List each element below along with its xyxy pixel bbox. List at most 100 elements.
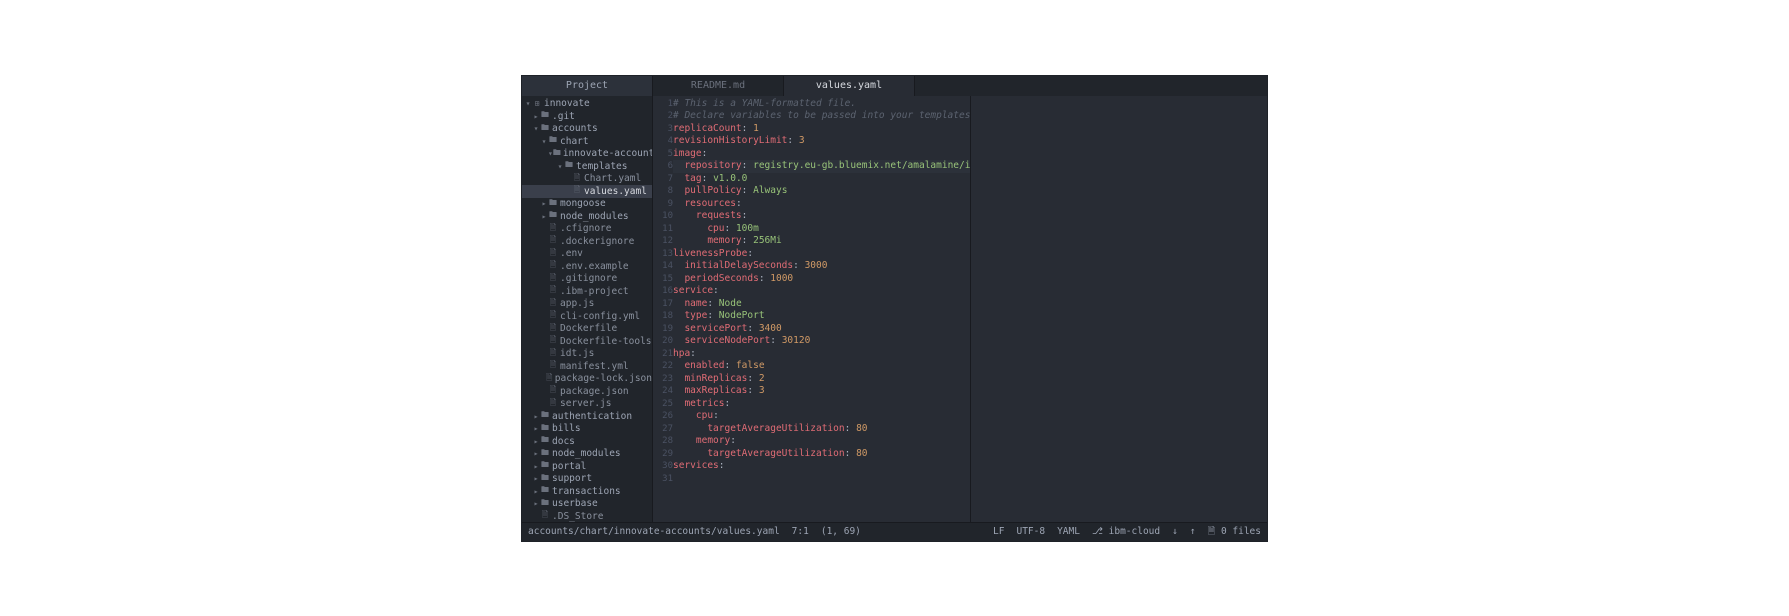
status-selection[interactable]: (1, 69): [821, 526, 861, 537]
chevron-icon: ▾: [524, 99, 532, 108]
tree-file-dockerfile[interactable]: 🗎Dockerfile: [522, 323, 652, 336]
tree-file-package-lock-json[interactable]: 🗎package-lock.json: [522, 373, 652, 386]
code-line[interactable]: maxReplicas: 3: [673, 385, 970, 398]
tree-folder-userbase[interactable]: ▸🖿userbase: [522, 498, 652, 511]
code-line[interactable]: requests:: [673, 210, 970, 223]
app-body: ▾⊞innovate▸🖿.git▾🖿accounts▾🖿chart▾🖿innov…: [522, 96, 1267, 522]
status-files[interactable]: 🗎 0 files: [1208, 524, 1261, 540]
tree-folder-node_modules[interactable]: ▸🖿node_modules: [522, 210, 652, 223]
code-line[interactable]: servicePort: 3400: [673, 323, 970, 336]
tree-file-idt-js[interactable]: 🗎idt.js: [522, 348, 652, 361]
file-icon: 🗎: [540, 509, 550, 521]
line-number: 13: [653, 248, 673, 261]
tree-folder-docs[interactable]: ▸🖿docs: [522, 435, 652, 448]
tree-label: transactions: [552, 486, 621, 497]
tree-file--ibm-project[interactable]: 🗎.ibm-project: [522, 285, 652, 298]
tree-file-values-yaml[interactable]: 🗎values.yaml: [522, 185, 652, 198]
tree-file--ds_store[interactable]: 🗎.DS_Store: [522, 510, 652, 522]
tree-file--env[interactable]: 🗎.env: [522, 248, 652, 261]
code-line[interactable]: serviceNodePort: 30120: [673, 335, 970, 348]
tree-file-dockerfile-tools[interactable]: 🗎Dockerfile-tools: [522, 335, 652, 348]
code-line[interactable]: type: NodePort: [673, 310, 970, 323]
code-area[interactable]: # This is a YAML-formatted file.# Declar…: [673, 96, 970, 522]
tree-folder-node_modules[interactable]: ▸🖿node_modules: [522, 448, 652, 461]
tree-file-server-js[interactable]: 🗎server.js: [522, 398, 652, 411]
editor-app: ProjectREADME.mdvalues.yaml ▾⊞innovate▸🖿…: [522, 76, 1267, 541]
code-line[interactable]: tag: v1.0.0: [673, 173, 970, 186]
tree-folder-bills[interactable]: ▸🖿bills: [522, 423, 652, 436]
line-number: 7: [653, 173, 673, 186]
files-icon: 🗎: [1208, 526, 1221, 537]
code-line[interactable]: targetAverageUtilization: 80: [673, 448, 970, 461]
file-tree[interactable]: ▾⊞innovate▸🖿.git▾🖿accounts▾🖿chart▾🖿innov…: [522, 96, 653, 522]
code-line[interactable]: repository: registry.eu-gb.bluemix.net/a…: [673, 160, 970, 173]
tree-folder-templates[interactable]: ▾🖿templates: [522, 160, 652, 173]
code-line[interactable]: initialDelaySeconds: 3000: [673, 260, 970, 273]
status-language[interactable]: YAML: [1057, 526, 1080, 537]
status-path[interactable]: accounts/chart/innovate-accounts/values.…: [528, 526, 780, 537]
tree-file-chart-yaml[interactable]: 🗎Chart.yaml: [522, 173, 652, 186]
code-line[interactable]: service:: [673, 285, 970, 298]
code-line[interactable]: hpa:: [673, 348, 970, 361]
tab-readme-md[interactable]: README.md: [653, 76, 784, 96]
tree-folder-accounts[interactable]: ▾🖿accounts: [522, 123, 652, 136]
tab-project[interactable]: Project: [522, 76, 653, 96]
tree-folder-innovate-accounts[interactable]: ▾🖿innovate-accounts: [522, 148, 652, 161]
tree-file--env-example[interactable]: 🗎.env.example: [522, 260, 652, 273]
code-line[interactable]: name: Node: [673, 298, 970, 311]
code-line[interactable]: services:: [673, 460, 970, 473]
status-eol[interactable]: LF: [993, 526, 1004, 537]
status-encoding[interactable]: UTF-8: [1016, 526, 1045, 537]
line-number: 27: [653, 423, 673, 436]
tree-file-cli-config-yml[interactable]: 🗎cli-config.yml: [522, 310, 652, 323]
tree-label: Dockerfile-tools: [560, 336, 652, 347]
tree-file-manifest-yml[interactable]: 🗎manifest.yml: [522, 360, 652, 373]
code-line[interactable]: periodSeconds: 1000: [673, 273, 970, 286]
tree-file--dockerignore[interactable]: 🗎.dockerignore: [522, 235, 652, 248]
tree-file--cfignore[interactable]: 🗎.cfignore: [522, 223, 652, 236]
editor-pane[interactable]: 1234567891011121314151617181920212223242…: [653, 96, 1267, 522]
chevron-icon: ▸: [532, 462, 540, 471]
code-line[interactable]: memory: 256Mi: [673, 235, 970, 248]
chevron-icon: ▸: [540, 212, 548, 221]
code-line[interactable]: revisionHistoryLimit: 3: [673, 135, 970, 148]
code-line[interactable]: memory:: [673, 435, 970, 448]
tree-label: docs: [552, 436, 575, 447]
code-line[interactable]: replicaCount: 1: [673, 123, 970, 136]
tree-file-package-json[interactable]: 🗎package.json: [522, 385, 652, 398]
tree-folder--git[interactable]: ▸🖿.git: [522, 110, 652, 123]
code-line[interactable]: resources:: [673, 198, 970, 211]
code-line[interactable]: # Declare variables to be passed into yo…: [673, 110, 970, 123]
status-sync-down-icon[interactable]: ↓: [1172, 526, 1178, 537]
tree-folder-innovate[interactable]: ▾⊞innovate: [522, 98, 652, 111]
status-branch[interactable]: ⎇ ibm-cloud: [1092, 526, 1160, 537]
tab-values-yaml[interactable]: values.yaml: [784, 76, 915, 96]
tree-folder-authentication[interactable]: ▸🖿authentication: [522, 410, 652, 423]
code-line[interactable]: livenessProbe:: [673, 248, 970, 261]
tree-label: authentication: [552, 411, 632, 422]
tree-folder-support[interactable]: ▸🖿support: [522, 473, 652, 486]
tree-folder-portal[interactable]: ▸🖿portal: [522, 460, 652, 473]
code-line[interactable]: minReplicas: 2: [673, 373, 970, 386]
code-line[interactable]: # This is a YAML-formatted file.: [673, 98, 970, 111]
chevron-icon: ▸: [532, 449, 540, 458]
tree-label: .ibm-project: [560, 286, 629, 297]
status-sync-up-icon[interactable]: ↑: [1190, 526, 1196, 537]
tree-label: server.js: [560, 398, 611, 409]
code-line[interactable]: metrics:: [673, 398, 970, 411]
tree-folder-chart[interactable]: ▾🖿chart: [522, 135, 652, 148]
tree-file-app-js[interactable]: 🗎app.js: [522, 298, 652, 311]
code-line[interactable]: targetAverageUtilization: 80: [673, 423, 970, 436]
status-cursor[interactable]: 7:1: [792, 526, 809, 537]
code-line[interactable]: enabled: false: [673, 360, 970, 373]
tree-label: innovate: [544, 98, 590, 109]
tree-label: values.yaml: [584, 186, 647, 197]
tree-folder-mongoose[interactable]: ▸🖿mongoose: [522, 198, 652, 211]
code-line[interactable]: cpu:: [673, 410, 970, 423]
code-line[interactable]: cpu: 100m: [673, 223, 970, 236]
code-line[interactable]: pullPolicy: Always: [673, 185, 970, 198]
tree-folder-transactions[interactable]: ▸🖿transactions: [522, 485, 652, 498]
code-line[interactable]: image:: [673, 148, 970, 161]
tree-file--gitignore[interactable]: 🗎.gitignore: [522, 273, 652, 286]
chevron-icon: ▸: [540, 199, 548, 208]
